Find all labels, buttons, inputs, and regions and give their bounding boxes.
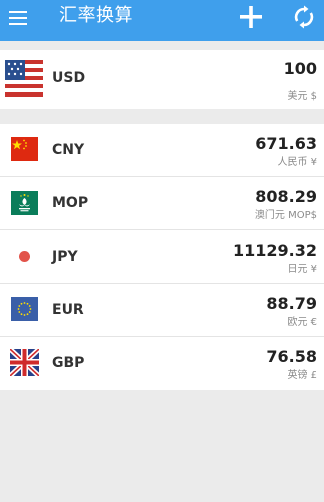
uk-flag-icon bbox=[8, 347, 41, 380]
currency-amount: 76.58 bbox=[266, 347, 317, 366]
base-amount-input[interactable]: 100 bbox=[284, 59, 317, 78]
currency-unit: 美元 $ bbox=[287, 91, 317, 102]
currency-unit: 澳门元 MOP$ bbox=[254, 210, 317, 221]
currency-row-eur[interactable]: EUR 88.79 欧元 € bbox=[0, 284, 324, 337]
refresh-icon[interactable] bbox=[292, 5, 316, 29]
macau-flag-icon bbox=[11, 191, 38, 219]
app-title: 汇率换算 bbox=[59, 5, 133, 26]
currency-unit: 日元 ¥ bbox=[287, 264, 317, 275]
currency-code: JPY bbox=[52, 249, 78, 265]
currency-row-gbp[interactable]: GBP 76.58 英镑 £ bbox=[0, 337, 324, 390]
currency-unit: 英镑 £ bbox=[287, 370, 317, 381]
currency-row-mop[interactable]: MOP 808.29 澳门元 MOP$ bbox=[0, 177, 324, 230]
currency-list: CNY 671.63 人民币 ¥ MOP 808.29 澳门元 MOP$ JPY… bbox=[0, 124, 324, 390]
currency-code: CNY bbox=[52, 142, 85, 158]
menu-icon[interactable] bbox=[9, 11, 27, 25]
add-icon[interactable] bbox=[239, 5, 263, 29]
base-currency-row[interactable]: USD 100 美元 $ bbox=[0, 50, 324, 109]
currency-code: MOP bbox=[52, 195, 89, 211]
currency-code: GBP bbox=[52, 355, 85, 371]
divider bbox=[0, 229, 324, 230]
china-flag-icon bbox=[11, 137, 38, 165]
currency-amount: 808.29 bbox=[255, 187, 317, 206]
currency-code: EUR bbox=[52, 302, 84, 318]
us-flag-icon bbox=[5, 60, 43, 101]
currency-row-cny[interactable]: CNY 671.63 人民币 ¥ bbox=[0, 124, 324, 177]
currency-amount: 671.63 bbox=[255, 134, 317, 153]
app-bar: 汇率换算 bbox=[0, 0, 324, 41]
eu-flag-icon bbox=[11, 297, 38, 325]
currency-unit: 欧元 € bbox=[287, 317, 317, 328]
currency-row-jpy[interactable]: JPY 11129.32 日元 ¥ bbox=[0, 231, 324, 284]
currency-amount: 88.79 bbox=[266, 294, 317, 313]
currency-amount: 11129.32 bbox=[232, 241, 317, 260]
currency-code: USD bbox=[52, 70, 86, 86]
currency-unit: 人民币 ¥ bbox=[277, 157, 317, 168]
japan-flag-icon bbox=[11, 244, 38, 272]
